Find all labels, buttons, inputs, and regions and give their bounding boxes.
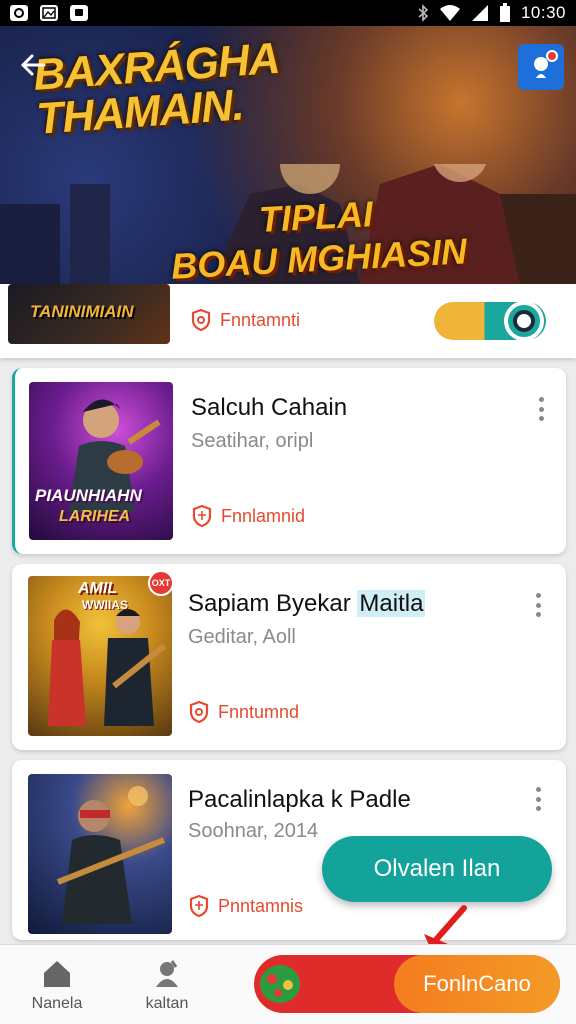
bluetooth-icon [418,4,429,22]
notification-button[interactable] [518,44,564,90]
item-subtitle: Seatihar, oripl [191,430,314,452]
thumbnail-corner-badge: OXT [148,570,174,596]
hero-subtitle: TIPLAI BOAU MGHIASIN [170,193,468,284]
item-title: Sapiam Byekar Maitla [188,590,426,617]
app-icon-c [10,5,28,21]
game-thumbnail: PIAUNHIAHN LARIHEA [29,382,173,540]
item-subtitle: Soohnar, 2014 [188,820,319,842]
back-button[interactable] [16,48,50,82]
game-thumbnail: TANINIMIAIN [8,284,170,344]
signal-icon [471,5,488,21]
more-options-icon[interactable] [531,394,551,424]
wifi-icon [439,5,460,21]
status-bar: 10:30 [0,0,576,26]
item-title: Salcuh Cahain [191,394,348,421]
character-icon [156,960,178,987]
list-item[interactable]: TANINIMIAIN Fnntamnti [0,284,576,358]
floating-action-button[interactable]: Olvalen Ilan [322,836,552,902]
shield-icon [189,700,209,724]
nav-item-home[interactable]: Nanela [12,957,102,1013]
rating-badge: Fnnlamnid [191,504,305,528]
shield-icon [191,308,211,332]
title-highlight: Maitla [357,590,426,617]
list-item[interactable]: AMIL WWIIAS OXT Sapiam Byekar Maitla Ged… [12,564,566,750]
message-icon [70,5,88,21]
item-subtitle: Geditar, Aoll [188,626,296,648]
more-options-icon[interactable] [528,590,548,620]
bottom-navigation: Nanela kaltan FonlnCano [0,944,576,1024]
game-thumbnail [28,774,172,934]
rating-badge: Fnntumnd [188,700,299,724]
promo-mascot-icon [260,965,300,1003]
hero-title: BAXRÁGHA THAMAIN. [31,33,281,144]
shield-icon [192,504,212,528]
promo-banner[interactable]: FonlnCano [254,955,560,1013]
shield-icon [189,894,209,918]
clock: 10:30 [520,3,566,22]
more-options-icon[interactable] [528,784,548,814]
home-icon [44,961,70,987]
toggle-switch[interactable] [434,301,546,341]
rating-badge: Pnntamnis [188,894,303,918]
arrow-left-icon [20,54,46,76]
battery-icon [499,3,510,22]
gallery-icon [40,5,58,21]
list-item[interactable]: PIAUNHIAHN LARIHEA Salcuh Cahain Seatiha… [12,368,566,554]
nav-item-character[interactable]: kaltan [122,957,212,1013]
item-title: Pacalinlapka k Padle [188,786,411,813]
rating-badge: Fnntamnti [190,308,300,332]
hero-banner[interactable]: BAXRÁGHA THAMAIN. TIPLAI BOAU MGHIASIN [0,26,576,284]
notification-dot [546,50,558,62]
promo-button[interactable]: FonlnCano [394,955,560,1013]
toggle-knob [504,301,544,341]
game-thumbnail: AMIL WWIIAS [28,576,172,736]
